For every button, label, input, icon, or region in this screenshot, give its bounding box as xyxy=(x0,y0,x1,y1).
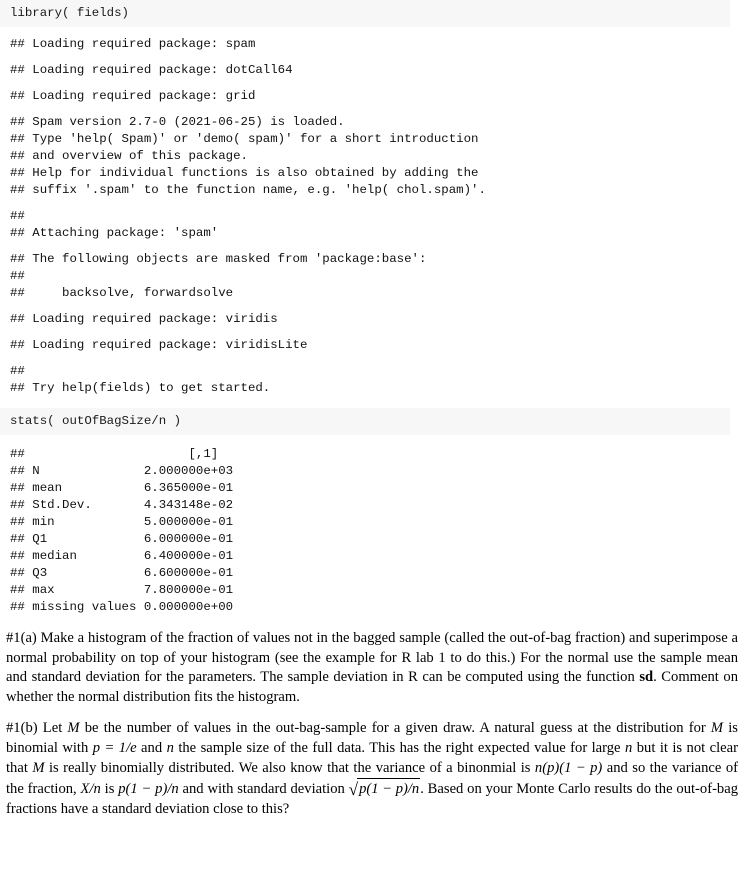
problem-1a-paragraph: #1(a) Make a histogram of the fraction o… xyxy=(6,629,738,707)
math-var-m-3: M xyxy=(32,759,45,776)
problem-1b-text-4: and xyxy=(136,739,167,756)
problem-1a-label: #1(a) xyxy=(6,630,37,646)
code-output-loading-viridis: ## Loading required package: viridis xyxy=(0,311,744,328)
problem-1b-text-2: be the number of values in the out-bag-s… xyxy=(79,720,711,737)
math-var-n-1: n xyxy=(166,739,174,756)
math-expr-x-over-n: X/n xyxy=(80,781,101,798)
function-name-sd: sd xyxy=(639,669,654,686)
math-expr-variance-binomial: n(p)(1 − p) xyxy=(534,759,603,776)
code-chunk-input-library: library( fields) xyxy=(0,0,730,27)
problem-1b-text-9: is xyxy=(100,781,119,798)
math-var-m-2: M xyxy=(710,720,724,737)
code-chunk-input-stats: stats( outOfBagSize/n ) xyxy=(0,408,730,435)
problem-1b-text-5: the sample size of the full data. This h… xyxy=(173,739,625,756)
problem-1b-paragraph: #1(b) Let M be the number of values in t… xyxy=(6,719,738,819)
code-output-try-help: ## ## Try help(fields) to get started. xyxy=(0,363,744,397)
code-output-attaching-package: ## ## Attaching package: 'spam' xyxy=(0,208,744,242)
code-output-loading-spam: ## Loading required package: spam xyxy=(0,36,744,53)
code-output-masked-objects: ## The following objects are masked from… xyxy=(0,251,744,302)
math-var-m-1: M xyxy=(67,720,80,737)
radicand-p-1-minus-p-over-n: p(1 − p)/n xyxy=(357,778,421,800)
problem-1b-text-1: Let xyxy=(42,720,68,737)
math-expr-variance-fraction: p(1 − p)/n xyxy=(118,781,179,798)
math-expr-sqrt-standard-deviation: √p(1 − p)/n xyxy=(349,778,421,800)
math-expr-p-equals-1-over-e: p = 1/e xyxy=(92,739,137,756)
code-output-spam-version: ## Spam version 2.7-0 (2021-06-25) is lo… xyxy=(0,114,744,199)
code-output-loading-grid: ## Loading required package: grid xyxy=(0,88,744,105)
code-output-loading-dotcall64: ## Loading required package: dotCall64 xyxy=(0,62,744,79)
problem-1b-text-10: and with standard deviation xyxy=(178,781,349,798)
document-page: library( fields) ## Loading required pac… xyxy=(0,0,744,819)
problem-1a-text-1: Make a histogram of the fraction of valu… xyxy=(6,630,738,686)
code-output-stats-table: ## [,1] ## N 2.000000e+03 ## mean 6.3650… xyxy=(0,446,744,616)
code-output-loading-viridislite: ## Loading required package: viridisLite xyxy=(0,337,744,354)
problem-1b-label: #1(b) xyxy=(6,720,38,737)
problem-1b-text-7: is really binomially distributed. We als… xyxy=(44,759,535,776)
